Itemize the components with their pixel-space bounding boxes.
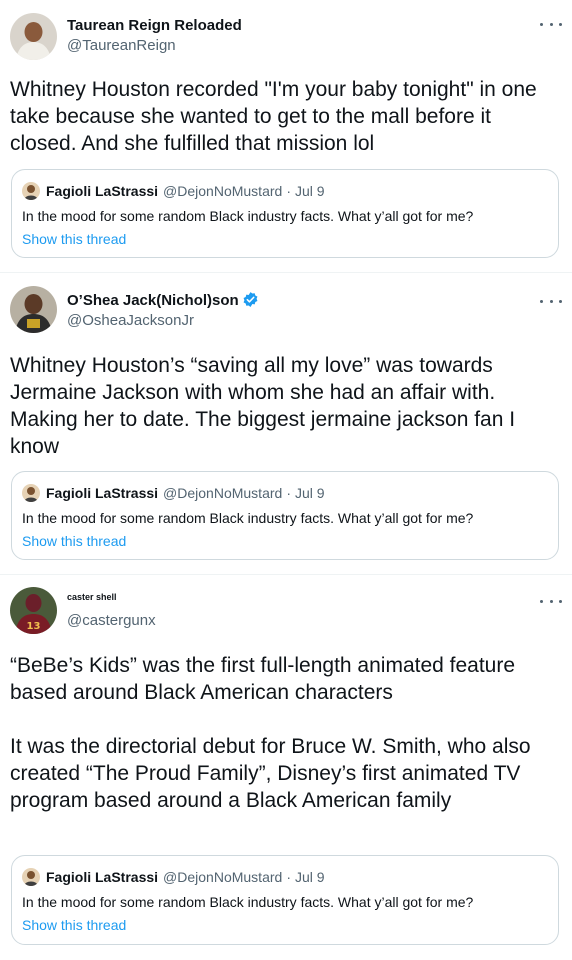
author-handle[interactable]: @OsheaJacksonJr [67, 312, 194, 329]
separator-dot: · [286, 869, 291, 885]
quoted-author-name: Fagioli LaStrassi [46, 869, 159, 885]
tweet-text: “BeBe’s Kids” was the first full-length … [10, 654, 531, 812]
quoted-author-handle: @DejonNoMustard [163, 183, 283, 199]
quoted-author-handle: @DejonNoMustard [163, 869, 283, 885]
more-horizontal-icon[interactable] [540, 296, 562, 306]
quoted-text: In the mood for some random Black indust… [22, 208, 474, 224]
quoted-avatar [22, 868, 40, 886]
quoted-text: In the mood for some random Black indust… [22, 894, 474, 910]
tweet-2[interactable]: O’Shea Jack(Nichol)son @OsheaJacksonJr W… [0, 273, 572, 573]
tweet-1[interactable]: Taurean Reign Reloaded @TaureanReign Whi… [0, 0, 572, 270]
avatar-taurean[interactable] [10, 13, 57, 60]
author-name-text: O’Shea Jack(Nichol)son [67, 292, 239, 309]
author-name[interactable]: O’Shea Jack(Nichol)son [67, 291, 259, 309]
show-thread-link[interactable]: Show this thread [22, 231, 126, 247]
show-thread-link[interactable]: Show this thread [22, 917, 126, 933]
quoted-author-handle: @DejonNoMustard [163, 485, 283, 501]
avatar-caster[interactable]: 13 [10, 587, 57, 634]
quoted-date: Jul 9 [294, 869, 325, 885]
author-name[interactable]: caster shell [67, 592, 117, 602]
quoted-text: In the mood for some random Black indust… [22, 510, 474, 526]
tweet-3[interactable]: 13 caster shell @castergunx “BeBe’s Kids… [0, 575, 572, 960]
more-horizontal-icon[interactable] [540, 596, 562, 606]
quoted-tweet[interactable]: Fagioli LaStrassi @DejonNoMustard · Jul … [11, 471, 559, 560]
author-name[interactable]: Taurean Reign Reloaded [67, 17, 242, 34]
author-handle[interactable]: @TaureanReign [67, 37, 176, 54]
verified-badge-icon [243, 292, 258, 307]
avatar-oshea[interactable] [10, 286, 57, 333]
more-horizontal-icon[interactable] [540, 19, 562, 29]
svg-text:13: 13 [27, 621, 41, 632]
tweet-text: Whitney Houston’s “saving all my love” w… [10, 354, 516, 458]
tweet-text: Whitney Houston recorded "I'm your baby … [10, 78, 537, 155]
quoted-date: Jul 9 [294, 183, 325, 199]
quoted-author-name: Fagioli LaStrassi [46, 183, 159, 199]
show-thread-link[interactable]: Show this thread [22, 533, 126, 549]
quoted-avatar [22, 182, 40, 200]
quoted-tweet[interactable]: Fagioli LaStrassi @DejonNoMustard · Jul … [11, 169, 559, 258]
separator-dot: · [286, 485, 291, 501]
quoted-tweet[interactable]: Fagioli LaStrassi @DejonNoMustard · Jul … [11, 855, 559, 945]
author-handle[interactable]: @castergunx [67, 612, 156, 629]
separator-dot: · [286, 183, 291, 199]
quoted-date: Jul 9 [294, 485, 325, 501]
quoted-avatar [22, 484, 40, 502]
quoted-author-name: Fagioli LaStrassi [46, 485, 159, 501]
